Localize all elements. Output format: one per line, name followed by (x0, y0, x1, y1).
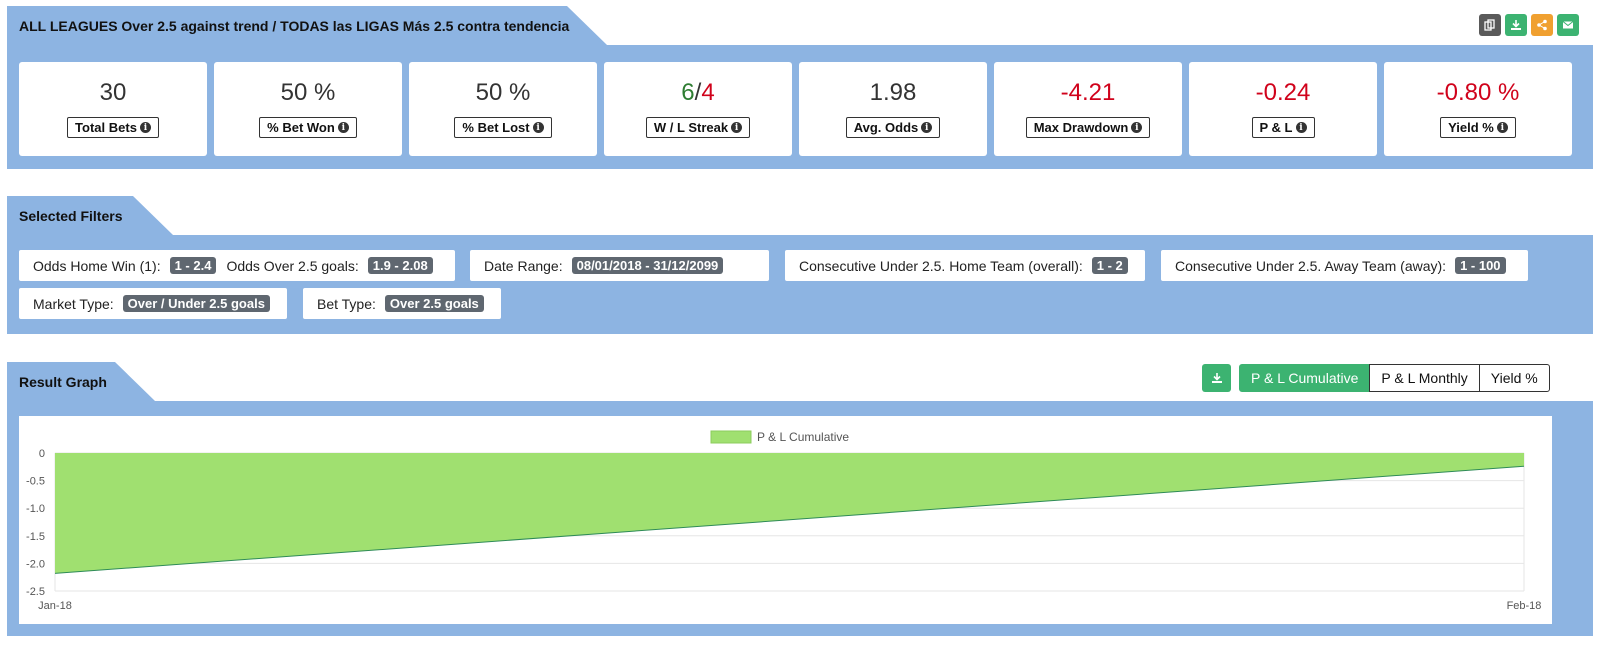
share-icon[interactable] (1531, 14, 1553, 36)
filter-value: 1 - 2.4 (169, 257, 217, 274)
stat-value: 30 (99, 79, 127, 106)
stat-label[interactable]: % Bet Lost i (454, 117, 552, 138)
y-tick-label: -0.5 (26, 476, 45, 488)
filter-home-under: Consecutive Under 2.5. Home Team (overal… (785, 250, 1145, 281)
stat-label[interactable]: Max Drawdown i (1025, 117, 1151, 138)
info-icon[interactable]: i (1496, 122, 1508, 133)
chart-svg: 0 -0.5 -1.0 -1.5 -2.0 -2.5 Jan-18 Feb-18 P & L C… (26, 430, 1542, 612)
y-tick-label: 0 (39, 448, 45, 460)
legend-label: P & L Cumulative (757, 430, 849, 444)
tab-pl-cumulative[interactable]: P & L Cumulative (1239, 364, 1371, 392)
email-icon[interactable] (1557, 14, 1579, 36)
win-streak: 6 (681, 79, 695, 106)
stat-card-yield: -0.80 % Yield % i (1384, 62, 1572, 156)
stat-label-text: % Bet Won (267, 120, 335, 135)
stat-label-text: Yield % (1448, 120, 1494, 135)
stat-label-text: Avg. Odds (853, 120, 919, 135)
stat-card-max-drawdown: -4.21 Max Drawdown i (994, 62, 1182, 156)
stat-label[interactable]: P & Li (1251, 117, 1315, 138)
tab-yield[interactable]: Yield % (1478, 364, 1550, 392)
x-tick-label: Jan-18 (38, 600, 72, 612)
filter-market-type: Market Type: Over / Under 2.5 goals (19, 288, 287, 319)
info-icon[interactable]: i (1131, 122, 1143, 133)
tab-pl-monthly[interactable]: P & L Monthly (1369, 364, 1480, 392)
x-tick-label: Feb-18 (1507, 600, 1542, 612)
stat-label-text: W / L Streak (653, 120, 729, 135)
stat-card-pl: -0.24 P & Li (1189, 62, 1377, 156)
download-chart-button[interactable] (1202, 364, 1231, 392)
filter-label: Date Range: (484, 257, 563, 274)
filter-away-under: Consecutive Under 2.5. Away Team (away):… (1161, 250, 1528, 281)
info-icon[interactable]: i (532, 122, 544, 133)
graph-title-text: Result Graph (19, 373, 107, 390)
filter-value: Over 2.5 goals (384, 295, 484, 312)
stat-label-text: % Bet Lost (462, 120, 530, 135)
y-tick-label: -1.0 (26, 503, 45, 515)
stat-card-avg-odds: 1.98 Avg. Odds i (799, 62, 987, 156)
filter-label: Odds Home Win (1): (33, 257, 161, 274)
filter-value: 1 - 2 (1091, 257, 1128, 274)
stat-value: 50 % (475, 79, 531, 106)
download-icon (1211, 373, 1222, 383)
filter-label: Consecutive Under 2.5. Home Team (overal… (799, 257, 1083, 274)
header-actions (1479, 14, 1579, 36)
stat-label[interactable]: Yield % i (1440, 117, 1516, 138)
stat-value: -4.21 (1060, 79, 1116, 106)
graph-title: Result Graph (7, 362, 155, 401)
graph-tabs: P & L Cumulative P & L Monthly Yield % (1239, 364, 1550, 392)
stats-cards: 30 Total Bets i 50 % % Bet Won i 50 % % Be… (19, 62, 1572, 156)
result-chart: 0 -0.5 -1.0 -1.5 -2.0 -2.5 Jan-18 Feb-18 P & L C… (19, 416, 1552, 624)
stat-card-bet-won: 50 % % Bet Won i (214, 62, 402, 156)
filter-label: Market Type: (33, 295, 114, 312)
filter-date-range: Date Range: 08/01/2018 - 31/12/2099 (470, 250, 769, 281)
stat-value: 1.98 (869, 79, 917, 106)
filter-label: Odds Over 2.5 goals: (226, 257, 359, 274)
info-icon[interactable]: i (1295, 122, 1307, 133)
y-tick-label: -2.5 (26, 586, 45, 598)
stat-label-text: P & L (1259, 120, 1293, 135)
stat-label[interactable]: % Bet Won i (259, 117, 357, 138)
filter-label: Consecutive Under 2.5. Away Team (away): (1175, 257, 1447, 274)
stat-card-streak: 6/4 W / L Streak i (604, 62, 792, 156)
filter-odds: Odds Home Win (1): 1 - 2.4 Odds Over 2.5… (19, 250, 455, 281)
filter-value: 08/01/2018 - 31/12/2099 (571, 257, 724, 274)
y-tick-label: -2.0 (26, 558, 45, 570)
stat-value: 6/4 (681, 78, 714, 108)
page-title: ALL LEAGUES Over 2.5 against trend / TOD… (7, 6, 607, 45)
download-icon[interactable] (1505, 14, 1527, 36)
stat-label[interactable]: W / L Streak i (645, 117, 751, 138)
stat-label-text: Max Drawdown (1033, 120, 1129, 135)
filter-bet-type: Bet Type: Over 2.5 goals (303, 288, 501, 319)
filter-value: 1.9 - 2.08 (367, 257, 433, 274)
legend-swatch (710, 430, 752, 444)
stat-label-text: Total Bets (75, 120, 137, 135)
stat-card-bet-lost: 50 % % Bet Lost i (409, 62, 597, 156)
filter-label: Bet Type: (317, 295, 376, 312)
y-tick-label: -1.5 (26, 531, 45, 543)
loss-streak: 4 (701, 79, 715, 106)
copy-icon[interactable] (1479, 14, 1501, 36)
info-icon[interactable]: i (731, 122, 743, 133)
series-area (55, 453, 1524, 574)
stat-value: -0.24 (1255, 79, 1311, 106)
filter-value: Over / Under 2.5 goals (122, 295, 270, 312)
stat-value: 50 % (280, 79, 336, 106)
filters-title-text: Selected Filters (19, 207, 123, 224)
info-icon[interactable]: i (337, 122, 349, 133)
stat-label[interactable]: Total Bets i (67, 117, 159, 138)
filter-value: 1 - 100 (1455, 257, 1506, 274)
stat-card-total-bets: 30 Total Bets i (19, 62, 207, 156)
info-icon[interactable]: i (139, 122, 151, 133)
stat-value: -0.80 % (1436, 79, 1520, 106)
filters-title: Selected Filters (7, 196, 173, 235)
info-icon[interactable]: i (921, 122, 933, 133)
stat-label[interactable]: Avg. Odds i (845, 117, 941, 138)
page-title-text: ALL LEAGUES Over 2.5 against trend / TOD… (19, 17, 570, 34)
